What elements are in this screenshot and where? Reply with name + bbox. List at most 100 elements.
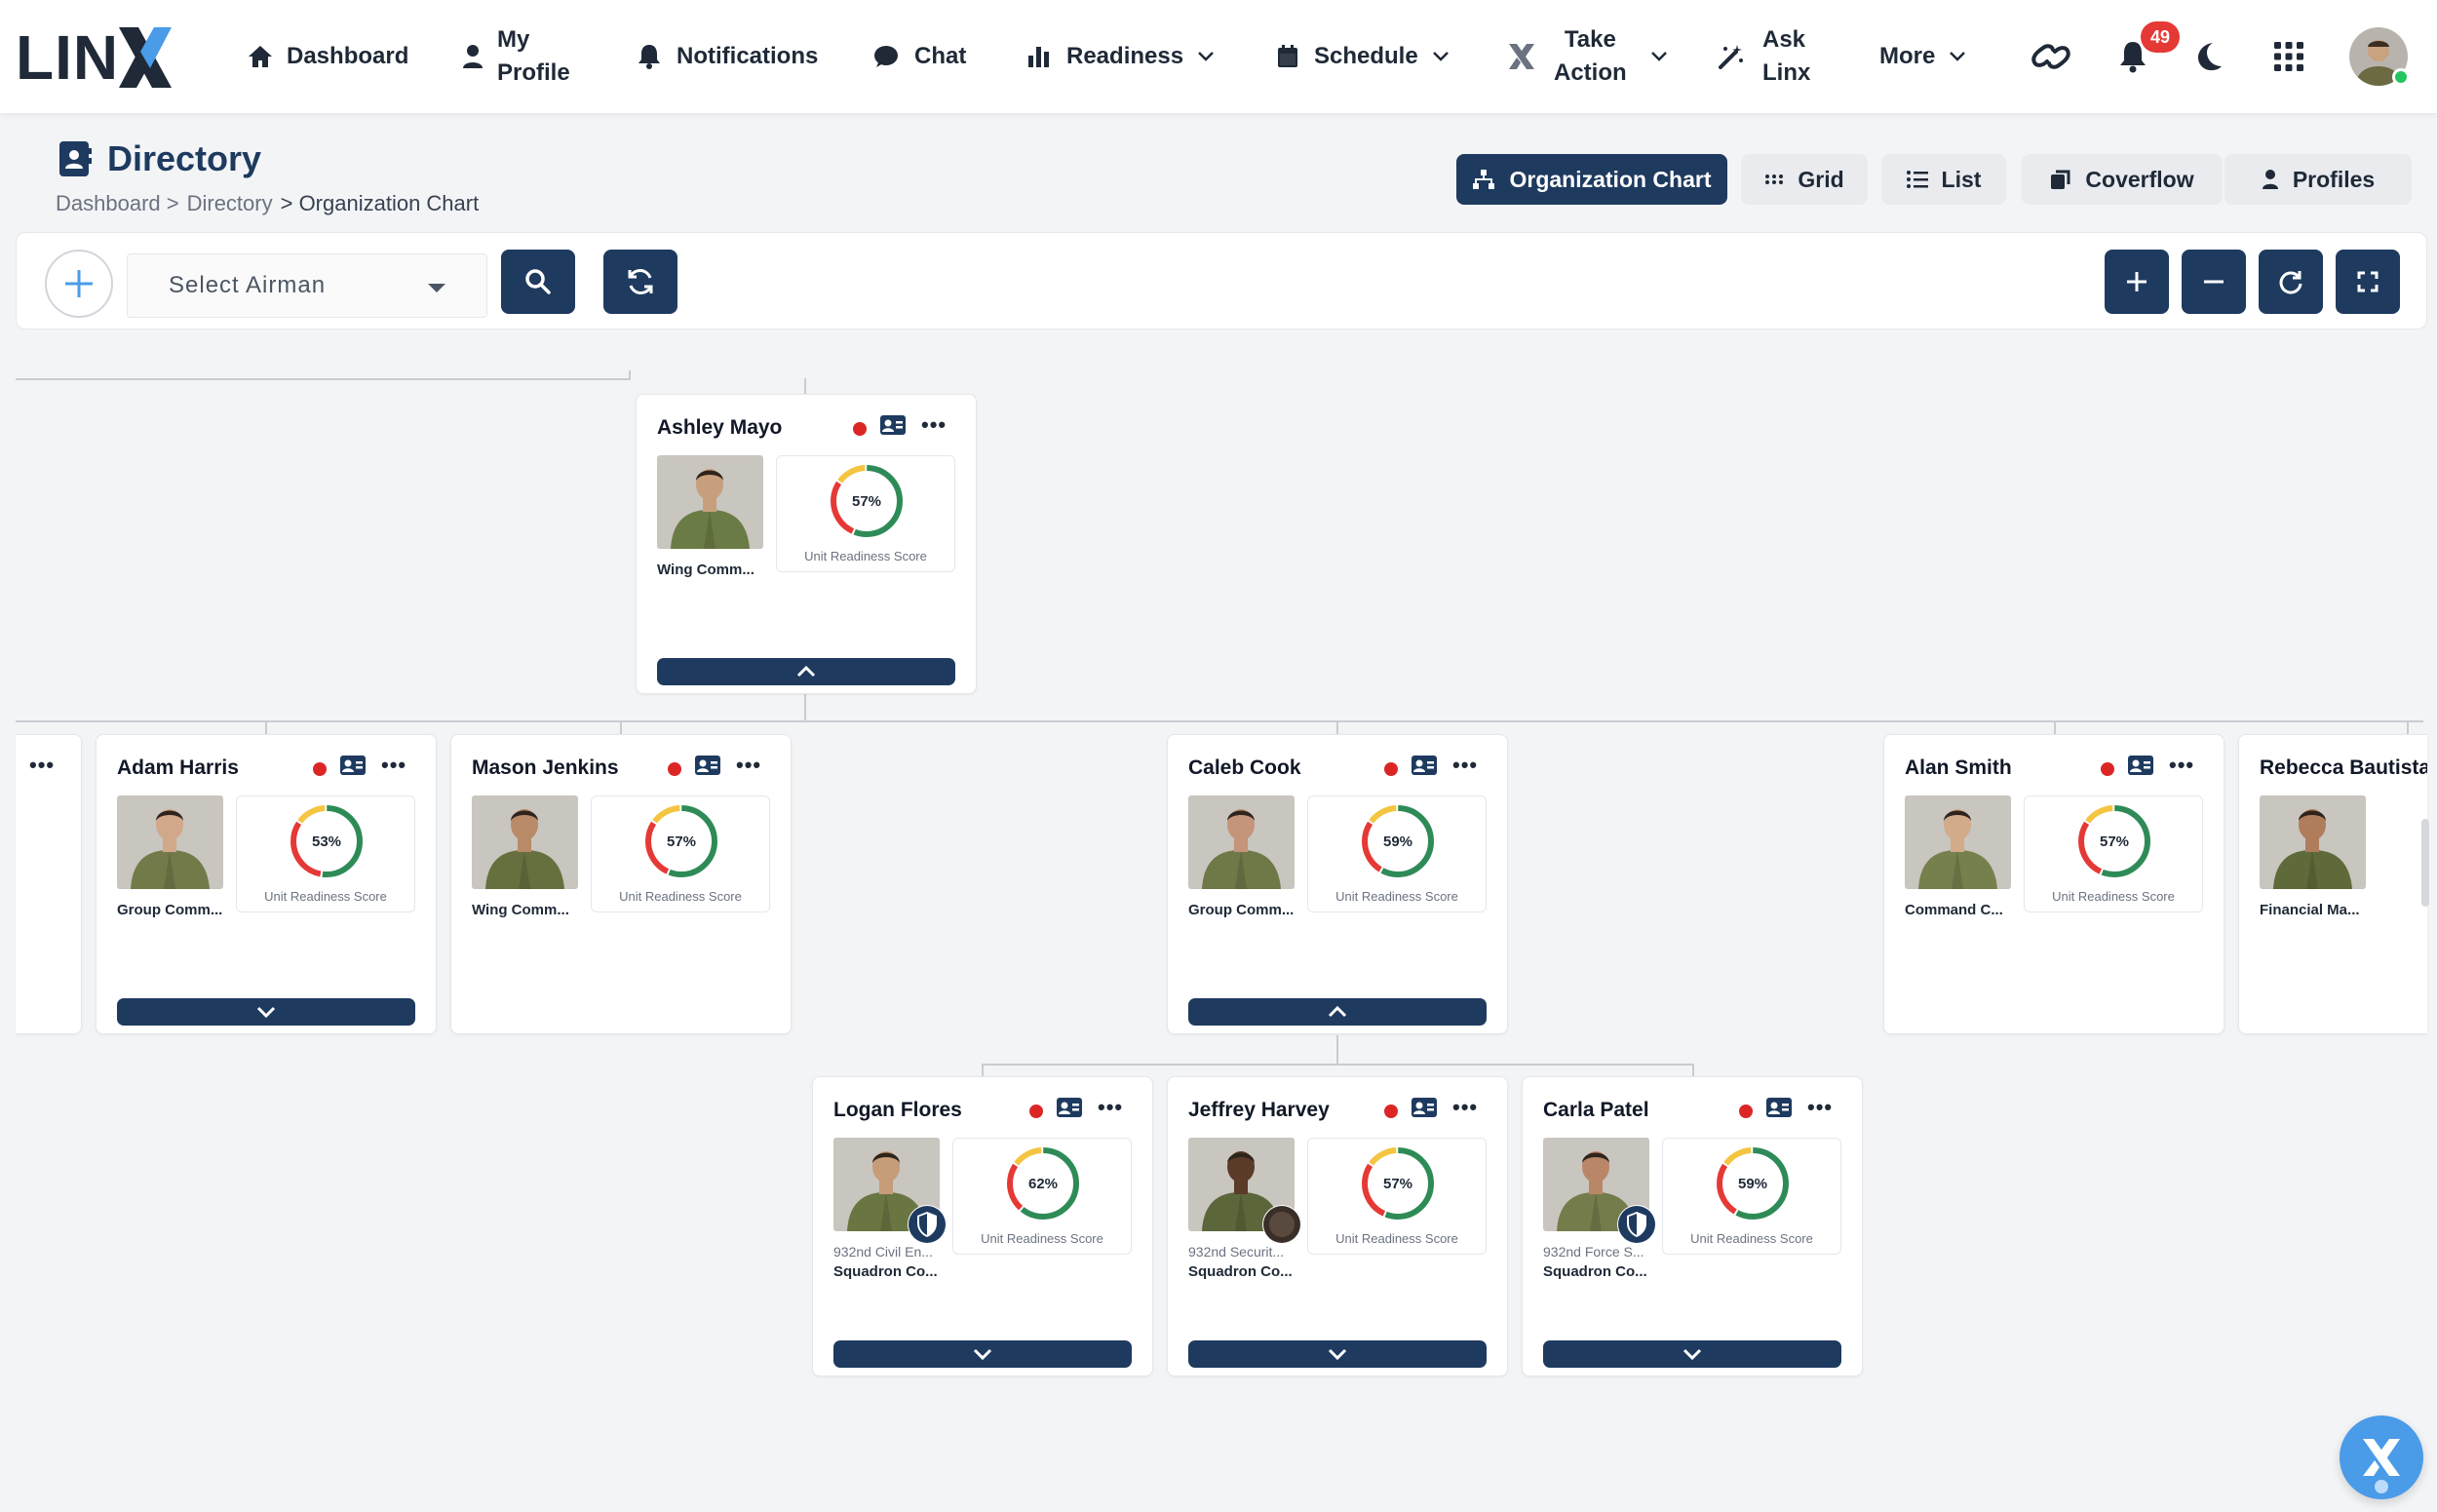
person-name[interactable]: Jeffrey Harvey [1188,1099,1330,1122]
org-card[interactable]: Ashley Mayo ••• Wing Comm... 57% Unit Readin… [636,394,977,694]
nav-ask-linx[interactable]: Ask Linx [1718,0,1810,113]
person-role: Command C... [1905,902,2003,918]
contact-card-icon[interactable] [1766,1098,1792,1117]
apps-menu-button[interactable] [2262,29,2316,84]
nav-notifications[interactable]: Notifications [638,0,818,113]
person-role: Group Comm... [117,902,223,918]
linx-x-icon [2363,1439,2400,1476]
contact-card-icon[interactable] [1412,1098,1437,1117]
search-button[interactable] [501,250,575,314]
more-options-icon[interactable]: ••• [29,753,55,778]
person-photo-frame [657,455,763,549]
person-name[interactable]: Alan Smith [1905,756,2012,780]
org-card[interactable]: Mason Jenkins ••• Wing Comm... 57% Unit Read… [450,734,792,1034]
more-options-icon[interactable]: ••• [1807,1095,1833,1120]
more-options-icon[interactable]: ••• [921,412,947,438]
breadcrumb-dashboard[interactable]: Dashboard > [56,191,179,216]
contact-card-icon[interactable] [2128,756,2153,775]
fullscreen-button[interactable] [2336,250,2400,314]
plus-icon [65,270,93,297]
link-button[interactable] [2024,29,2078,84]
status-dot [668,762,681,776]
org-card[interactable]: Carla Patel ••• 932nd Force S... Squadron C… [1522,1076,1863,1376]
tab-profiles[interactable]: Profiles [2224,154,2412,205]
contact-card-icon [59,141,92,176]
expand-collapse-button[interactable] [117,998,415,1026]
contact-card-icon[interactable] [695,756,720,775]
person-photo [117,795,223,889]
contact-card-icon[interactable] [1412,756,1437,775]
expand-collapse-button[interactable] [1188,1340,1487,1368]
readiness-score-box[interactable]: 57% Unit Readiness Score [776,455,955,572]
person-name[interactable]: Ashley Mayo [657,416,782,440]
breadcrumb-directory[interactable]: Directory [187,191,273,216]
readiness-score-label: Unit Readiness Score [264,889,387,904]
readiness-score-box[interactable]: 57% Unit Readiness Score [2024,795,2203,912]
linx-logo[interactable]: LIN [16,25,174,90]
vertical-scrollbar[interactable] [2421,819,2429,907]
moon-icon [2198,43,2222,71]
person-role: Squadron Co... [1543,1263,1647,1280]
org-card[interactable]: Adam Harris ••• Group Comm... 53% Unit Readi… [96,734,437,1034]
tab-grid[interactable]: Grid [1741,154,1868,205]
readiness-score-value: 57% [2099,833,2130,850]
more-options-icon[interactable]: ••• [1452,753,1478,778]
zoom-out-button[interactable] [2182,250,2246,314]
contact-card-icon[interactable] [880,415,906,435]
tab-coverflow-label: Coverflow [2085,166,2194,192]
person-name[interactable]: Logan Flores [833,1099,962,1122]
nav-take-action[interactable]: Take Action [1507,0,1668,113]
reset-button[interactable] [603,250,677,314]
contact-card-icon[interactable] [1057,1098,1082,1117]
person-photo [1905,795,2011,889]
online-status-dot [2392,68,2410,86]
person-name[interactable]: Adam Harris [117,756,239,780]
org-card[interactable]: Alan Smith ••• Command C... 57% Unit Readine… [1883,734,2224,1034]
nav-more[interactable]: More [1879,0,1966,113]
readiness-score-box[interactable]: 53% Unit Readiness Score [236,795,415,912]
tab-coverflow[interactable]: Coverflow [2022,154,2223,205]
more-options-icon[interactable]: ••• [2169,753,2194,778]
bar-chart-icon [1028,47,1049,67]
person-name[interactable]: Carla Patel [1543,1099,1649,1122]
readiness-score-box[interactable]: 62% Unit Readiness Score [952,1138,1132,1255]
coverflow-icon [2051,170,2070,189]
person-name[interactable]: Caleb Cook [1188,756,1301,780]
expand-collapse-button[interactable] [657,658,955,685]
more-options-icon[interactable]: ••• [1098,1095,1123,1120]
more-options-icon[interactable]: ••• [736,753,761,778]
tab-organization-chart[interactable]: Organization Chart [1456,154,1727,205]
tab-list[interactable]: List [1881,154,2006,205]
person-name[interactable]: Mason Jenkins [472,756,619,780]
nav-dashboard[interactable]: Dashboard [248,0,408,113]
dark-mode-toggle[interactable] [2182,29,2236,84]
nav-schedule[interactable]: Schedule [1277,0,1450,113]
more-options-icon[interactable]: ••• [1452,1095,1478,1120]
contact-card-icon[interactable] [340,756,366,775]
zoom-in-button[interactable] [2105,250,2169,314]
expand-collapse-button[interactable] [1543,1340,1841,1368]
readiness-score-label: Unit Readiness Score [1690,1231,1813,1246]
connector-line [2054,720,2056,734]
readiness-score-box[interactable]: 59% Unit Readiness Score [1307,795,1487,912]
rotate-button[interactable] [2259,250,2323,314]
org-card[interactable]: Jeffrey Harvey ••• 932nd Securit... Squadro… [1167,1076,1508,1376]
org-card[interactable]: Logan Flores ••• 932nd Civil En... Squadron… [812,1076,1153,1376]
org-card-partial[interactable]: ••• [16,734,82,1034]
readiness-score-box[interactable]: 57% Unit Readiness Score [591,795,770,912]
nav-my-profile[interactable]: My Profile [462,0,570,113]
readiness-score-box[interactable]: 59% Unit Readiness Score [1662,1138,1841,1255]
org-card[interactable]: Rebecca Bautista Financial Ma... [2238,734,2427,1034]
expand-collapse-button[interactable] [1188,998,1487,1026]
readiness-score-box[interactable]: 57% Unit Readiness Score [1307,1138,1487,1255]
more-options-icon[interactable]: ••• [381,753,406,778]
expand-collapse-button[interactable] [833,1340,1132,1368]
nav-chat[interactable]: Chat [873,0,966,113]
org-card[interactable]: Caleb Cook ••• Group Comm... 59% Unit Readin… [1167,734,1508,1034]
person-name[interactable]: Rebecca Bautista [2260,756,2427,780]
add-airman-button[interactable] [45,250,113,318]
bell-icon [638,45,660,69]
select-airman-dropdown[interactable]: Select Airman [127,253,487,318]
nav-readiness[interactable]: Readiness [1027,0,1215,113]
unit-emblem-badge [1262,1205,1301,1244]
